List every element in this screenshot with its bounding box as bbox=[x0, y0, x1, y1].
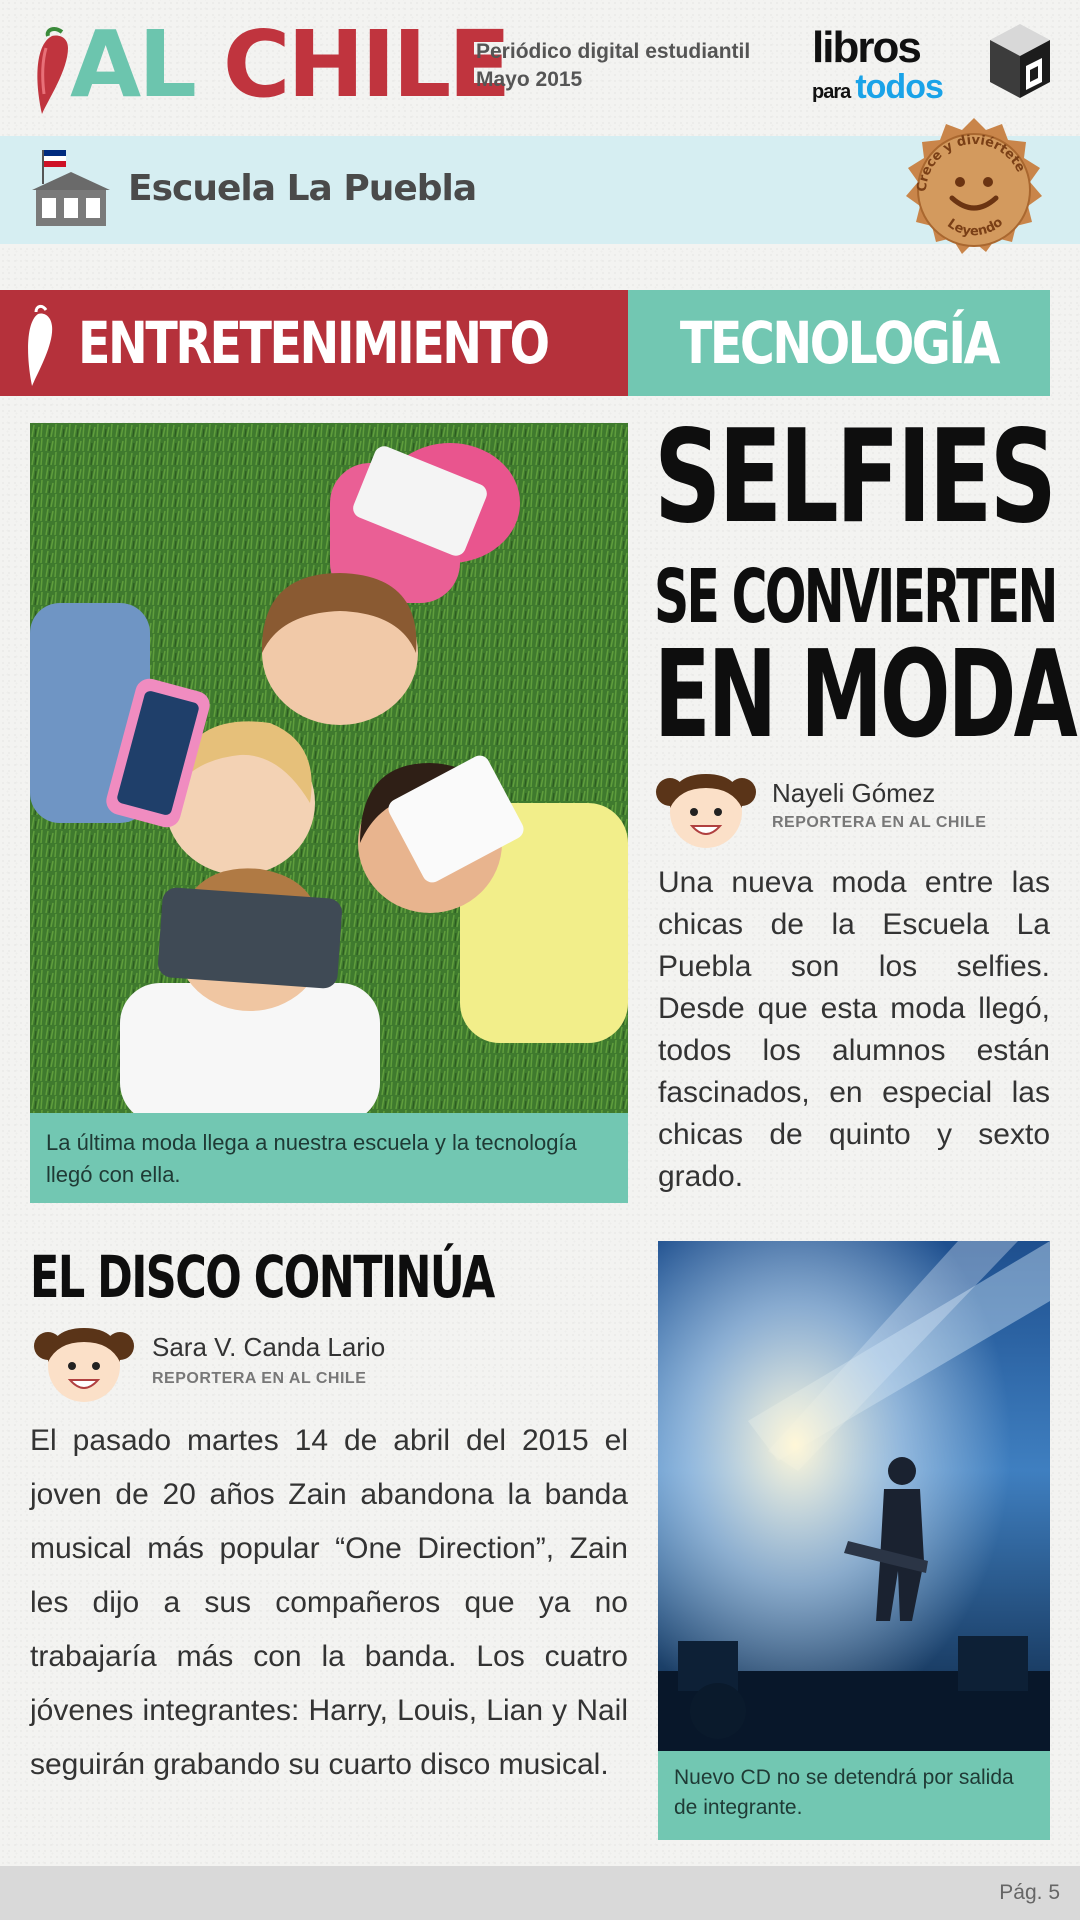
author-role: REPORTERA EN AL CHILE bbox=[772, 814, 987, 831]
cube-logo-icon bbox=[990, 24, 1050, 98]
article-body: El pasado martes 14 de abril del 2015 el… bbox=[30, 1424, 628, 1781]
logo-todos: todos bbox=[855, 68, 944, 106]
headline-line-3: EN MODA bbox=[654, 626, 1078, 765]
reporter-avatar bbox=[656, 774, 756, 848]
school-house-icon bbox=[32, 150, 110, 226]
headline-article-2: EL DISCO CONTINÚA bbox=[30, 1243, 495, 1311]
article-body: Una nueva moda entre las chicas de la Es… bbox=[658, 866, 1050, 1193]
photo-caption: Nuevo CD no se detendrá por salida de in… bbox=[658, 1751, 1050, 1840]
school-name: Escuela La Puebla bbox=[128, 168, 477, 209]
chili-pepper-icon bbox=[28, 304, 53, 386]
headline-line-1: SELFIES bbox=[654, 403, 1057, 552]
author-name: Sara V. Canda Lario bbox=[152, 1332, 386, 1362]
publication-info: Periódico digital estudiantil Mayo 2015 bbox=[476, 38, 750, 94]
publication-line: Periódico digital estudiantil bbox=[476, 40, 751, 63]
logo-word-al: AL bbox=[70, 11, 197, 118]
issue-date: Mayo 2015 bbox=[476, 68, 583, 91]
author-role: REPORTERA EN AL CHILE bbox=[152, 1370, 367, 1387]
section-title-right: TECNOLOGÍA bbox=[679, 309, 1001, 377]
logo-para: para bbox=[812, 81, 851, 103]
crece-y-diviertete-seal: Crece y diviértete Leyendo bbox=[906, 118, 1042, 254]
logo-libros: libros bbox=[812, 23, 922, 72]
photo-caption: La última moda llega a nuestra escuela y… bbox=[30, 1113, 628, 1203]
section-title-left: ENTRETENIMIENTO bbox=[78, 309, 550, 377]
logo-word-chile: CHILE bbox=[222, 11, 511, 118]
newspaper-logo: AL CHILE bbox=[70, 10, 511, 120]
author-name: Nayeli Gómez bbox=[772, 778, 936, 808]
reporter-avatar bbox=[34, 1328, 134, 1402]
concert-photo bbox=[658, 1241, 1050, 1751]
page-number: Pág. 5 bbox=[999, 1881, 1060, 1904]
selfie-kids-photo bbox=[30, 423, 628, 1113]
libros-para-todos-logo: libros para todos bbox=[812, 23, 960, 107]
page-footer bbox=[0, 1866, 1080, 1920]
